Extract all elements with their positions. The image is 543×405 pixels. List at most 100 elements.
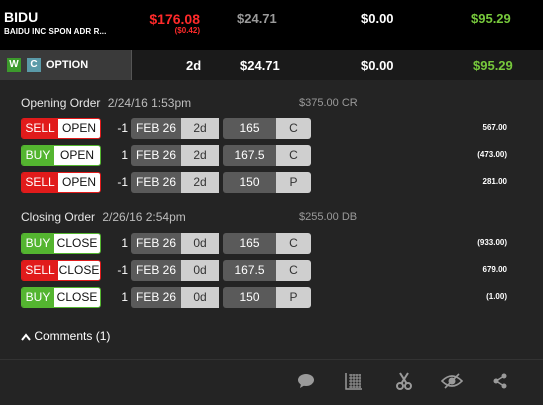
buy-open-badge[interactable]: BUY OPEN [21,145,101,166]
share-icon [493,373,507,389]
leg-days-to-expiry: 2d [181,172,219,193]
leg-value: 679.00 [482,265,507,274]
leg-days-to-expiry: 0d [181,260,219,281]
header-cost: $24.71 [237,11,277,26]
opening-order-title: Opening Order [21,96,101,110]
leg-strike-price: 167.5 [223,145,276,166]
hide-button[interactable] [437,366,467,396]
option-strip[interactable]: W C OPTION 2d $24.71 $0.00 $95.29 [0,50,543,80]
strip-pnl: $95.29 [473,58,513,73]
leg-quantity: 1 [121,290,128,304]
leg-side: SELL [22,261,58,280]
leg-row: BUY CLOSE 1 FEB 26 0d 165 C (933.00) [21,233,521,254]
leg-expiration-date: FEB 26 [131,260,181,281]
chart-button[interactable] [339,366,369,396]
leg-quantity: 1 [121,236,128,250]
price-change: ($0.42) [174,26,200,35]
strip-cost: $24.71 [240,58,280,73]
option-type-label: OPTION [46,59,89,71]
leg-side: BUY [22,288,54,307]
leg-option-type: P [276,287,311,308]
closing-order-heading: Closing Order 2/26/16 2:54pm [21,210,186,224]
leg-strike-price: 150 [223,172,276,193]
leg-value: 281.00 [482,177,507,186]
leg-action: OPEN [58,173,100,192]
leg-expiration-date: FEB 26 [131,287,181,308]
leg-row: SELL OPEN -1 FEB 26 2d 165 C 567.00 [21,118,521,139]
leg-days-to-expiry: 2d [181,118,219,139]
leg-action: OPEN [58,119,100,138]
leg-option-type: C [276,260,311,281]
leg-quantity: -1 [117,175,128,189]
leg-days-to-expiry: 0d [181,287,219,308]
closing-order-title: Closing Order [21,210,96,224]
chevron-up-icon [21,333,31,341]
chart-icon [345,373,362,390]
toolbar-divider [0,359,543,360]
sell-open-badge[interactable]: SELL OPEN [21,118,101,139]
opening-order-amount: $375.00 CR [299,97,358,109]
weekly-badge: W [7,58,21,72]
header-pnl: $95.29 [471,11,511,26]
leg-value: (1.00) [486,292,507,301]
buy-close-badge[interactable]: BUY CLOSE [21,233,101,254]
comments-label: Comments (1) [34,329,111,343]
leg-side: BUY [22,234,54,253]
leg-strike-price: 167.5 [223,260,276,281]
closing-order-amount: $255.00 DB [299,211,358,223]
leg-quantity: -1 [117,121,128,135]
leg-action: CLOSE [54,288,100,307]
leg-days-to-expiry: 2d [181,145,219,166]
buy-close-badge[interactable]: BUY CLOSE [21,287,101,308]
position-header[interactable]: BIDU BAIDU INC SPON ADR R... $176.08 ($0… [0,0,543,50]
leg-value: 567.00 [482,123,507,132]
leg-expiration-date: FEB 26 [131,233,181,254]
leg-side: BUY [22,146,54,165]
leg-side: SELL [22,173,58,192]
leg-strike[interactable]: 165 C [223,233,311,254]
days-to-expiry: 2d [186,58,202,73]
comments-toggle[interactable]: Comments (1) [21,329,110,343]
leg-option-type: C [276,145,311,166]
leg-side: SELL [22,119,58,138]
leg-action: OPEN [54,146,100,165]
leg-strike[interactable]: 167.5 C [223,145,311,166]
sell-open-badge[interactable]: SELL OPEN [21,172,101,193]
leg-row: BUY CLOSE 1 FEB 26 0d 150 P (1.00) [21,287,521,308]
leg-strike[interactable]: 167.5 C [223,260,311,281]
scissors-button[interactable] [389,366,419,396]
leg-expiration-date: FEB 26 [131,172,181,193]
leg-strike-price: 165 [223,118,276,139]
share-button[interactable] [485,366,515,396]
strip-mid: $0.00 [361,58,394,73]
last-price: $176.08 [149,11,200,27]
leg-quantity: 1 [121,148,128,162]
option-label: W C OPTION [0,50,132,80]
closing-order-timestamp: 2/26/16 2:54pm [102,210,186,224]
leg-strike[interactable]: 165 C [223,118,311,139]
leg-strike-price: 165 [223,233,276,254]
leg-strike[interactable]: 150 P [223,287,311,308]
symbol: BIDU [4,9,39,25]
hide-eye-icon [441,373,463,389]
scissors-icon [396,372,412,390]
leg-expiration-date: FEB 26 [131,118,181,139]
leg-value: (933.00) [477,238,507,247]
call-badge: C [27,58,41,72]
comment-icon [298,374,314,388]
leg-action: CLOSE [54,234,100,253]
leg-strike-price: 150 [223,287,276,308]
leg-quantity: -1 [117,263,128,277]
leg-action: CLOSE [58,261,100,280]
leg-option-type: C [276,118,311,139]
leg-value: (473.00) [477,150,507,159]
leg-days-to-expiry: 0d [181,233,219,254]
leg-strike[interactable]: 150 P [223,172,311,193]
comment-button[interactable] [291,366,321,396]
sell-close-badge[interactable]: SELL CLOSE [21,260,101,281]
leg-row: SELL OPEN -1 FEB 26 2d 150 P 281.00 [21,172,521,193]
leg-option-type: P [276,172,311,193]
leg-row: BUY OPEN 1 FEB 26 2d 167.5 C (473.00) [21,145,521,166]
leg-row: SELL CLOSE -1 FEB 26 0d 167.5 C 679.00 [21,260,521,281]
leg-expiration-date: FEB 26 [131,145,181,166]
